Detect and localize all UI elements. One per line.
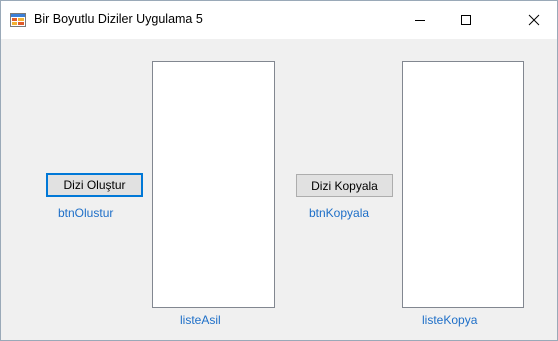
minimize-button[interactable]	[397, 1, 443, 39]
original-list-box[interactable]	[152, 61, 275, 308]
create-array-button[interactable]: Dizi Oluştur	[46, 173, 143, 197]
btn-olustur-caption: btnOlustur	[58, 206, 114, 220]
minimize-icon	[414, 14, 426, 26]
window-title: Bir Boyutlu Diziler Uygulama 5	[34, 12, 203, 26]
close-button[interactable]	[511, 1, 557, 39]
form-client-area: Dizi Oluştur btnOlustur listeAsil Dizi K…	[1, 39, 557, 340]
liste-kopya-caption: listeKopya	[422, 313, 478, 327]
title-bar[interactable]: Bir Boyutlu Diziler Uygulama 5	[1, 1, 557, 39]
close-icon	[528, 14, 540, 26]
liste-asil-caption: listeAsil	[180, 313, 221, 327]
maximize-button[interactable]	[443, 1, 489, 39]
maximize-icon	[460, 14, 472, 26]
copy-list-box[interactable]	[402, 61, 524, 308]
app-window: Bir Boyutlu Diziler Uygulama 5 Dizi Oluş…	[0, 0, 558, 341]
btn-kopyala-caption: btnKopyala	[309, 206, 370, 220]
copy-array-button[interactable]: Dizi Kopyala	[296, 174, 393, 197]
winforms-app-icon	[10, 12, 26, 28]
